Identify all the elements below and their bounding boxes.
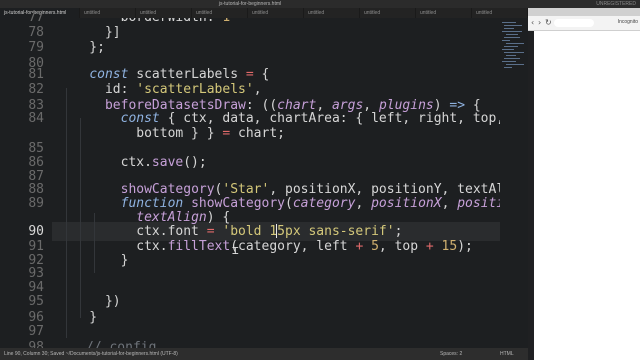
browser-window: ‹ › ↻ Incognito <box>528 8 640 360</box>
minimap-line <box>504 46 518 47</box>
browser-tab-strip <box>528 8 640 16</box>
browser-page[interactable] <box>528 31 640 360</box>
text-cursor <box>276 224 277 238</box>
minimap-line <box>504 28 514 29</box>
code-line: showCategory('Star', positionX, position… <box>120 182 522 197</box>
tab-untitled[interactable]: untitled <box>248 8 304 18</box>
minimap-line <box>502 61 516 62</box>
line-number: 88 <box>28 182 44 197</box>
unregistered-label: UNREGISTERED <box>596 1 636 7</box>
code-line: ctx.font = 'bold 15px sans-serif'; <box>58 224 403 239</box>
line-number: 82 <box>28 82 44 97</box>
code-line: const { ctx, data, chartArea: { left, ri… <box>120 111 505 126</box>
code-editor[interactable]: borderWidth: 1 }] }; const scatterLabels… <box>52 18 522 348</box>
tab-untitled[interactable]: untitled <box>80 8 136 18</box>
editor-tab-bar: js-tutorial-for-beginners.html untitled … <box>0 8 528 18</box>
line-number: 97 <box>28 324 44 339</box>
code-line: textAlign) { <box>136 210 231 225</box>
line-number: 94 <box>28 280 44 295</box>
code-line: ctx.fillText(category, left + 5, top + 1… <box>58 239 473 254</box>
line-number: 86 <box>28 155 44 170</box>
line-number: 91 <box>28 239 44 254</box>
code-comment: // config <box>86 340 157 348</box>
code-line: bottom } } = chart; <box>58 126 285 141</box>
tab-untitled[interactable]: untitled <box>192 8 248 18</box>
tab-untitled[interactable]: untitled <box>136 8 192 18</box>
minimap-line <box>502 22 516 23</box>
line-number: 96 <box>28 310 44 325</box>
code-line: }) <box>58 294 121 309</box>
minimap-line <box>504 52 524 53</box>
status-position: Line 90, Column 30; Saved ~/Documents/js… <box>4 351 178 357</box>
code-line: } <box>58 253 129 268</box>
code-line: ctx.save(); <box>58 155 207 170</box>
line-number: 93 <box>28 266 44 281</box>
line-number: 78 <box>28 25 44 40</box>
minimap-line <box>504 25 522 26</box>
line-number: 89 <box>28 196 44 211</box>
minimap-line <box>502 40 510 41</box>
code-line: borderWidth: 1 <box>58 18 231 25</box>
code-line: }] <box>58 25 121 40</box>
minimap-line <box>506 55 516 56</box>
tab-untitled[interactable]: untitled <box>416 8 472 18</box>
line-number: 79 <box>28 40 44 55</box>
status-syntax[interactable]: HTML <box>500 348 514 360</box>
minimap-line <box>506 64 524 65</box>
browser-left-edge <box>528 31 534 360</box>
tab-untitled[interactable]: untitled <box>360 8 416 18</box>
minimap-line <box>506 43 524 44</box>
status-tab-size[interactable]: Spaces: 2 <box>440 348 462 360</box>
status-bar: Line 90, Column 30; Saved ~/Documents/js… <box>0 348 528 360</box>
mouse-pointer-icon: ⌶ <box>232 244 239 257</box>
line-number: 85 <box>28 141 44 156</box>
back-icon[interactable]: ‹ <box>531 18 534 27</box>
line-number: 81 <box>28 67 44 82</box>
browser-toolbar: ‹ › ↻ Incognito <box>528 16 640 31</box>
minimap-line <box>506 34 518 35</box>
code-line: const scatterLabels = { <box>89 67 270 82</box>
incognito-label: Incognito <box>617 19 638 25</box>
forward-icon[interactable]: › <box>538 18 541 27</box>
line-number: 95 <box>28 294 44 309</box>
minimap[interactable] <box>500 18 528 348</box>
line-number-gutter: 77 78 79 80 81 82 83 84 85 86 87 88 89 9… <box>0 10 52 355</box>
minimap-line <box>502 31 522 32</box>
code-line: id: 'scatterLabels', <box>58 82 262 97</box>
minimap-line <box>504 37 520 38</box>
reload-icon[interactable]: ↻ <box>545 18 552 27</box>
minimap-line <box>504 67 512 68</box>
code-line: }; <box>58 40 105 55</box>
line-number: 84 <box>28 111 44 126</box>
minimap-line <box>502 49 514 50</box>
window-title-bar: js-tutorial-for-beginners.html UNREGISTE… <box>0 0 640 8</box>
minimap-line <box>504 58 520 59</box>
window-title: js-tutorial-for-beginners.html <box>218 1 282 7</box>
tab-untitled[interactable]: untitled <box>472 8 528 18</box>
line-number-current: 90 <box>28 224 44 239</box>
code-line: function showCategory(category, position… <box>120 196 522 211</box>
tab-untitled[interactable]: untitled <box>304 8 360 18</box>
line-number: 77 <box>28 10 44 25</box>
code-line: } <box>58 310 98 325</box>
address-bar[interactable] <box>554 19 594 27</box>
